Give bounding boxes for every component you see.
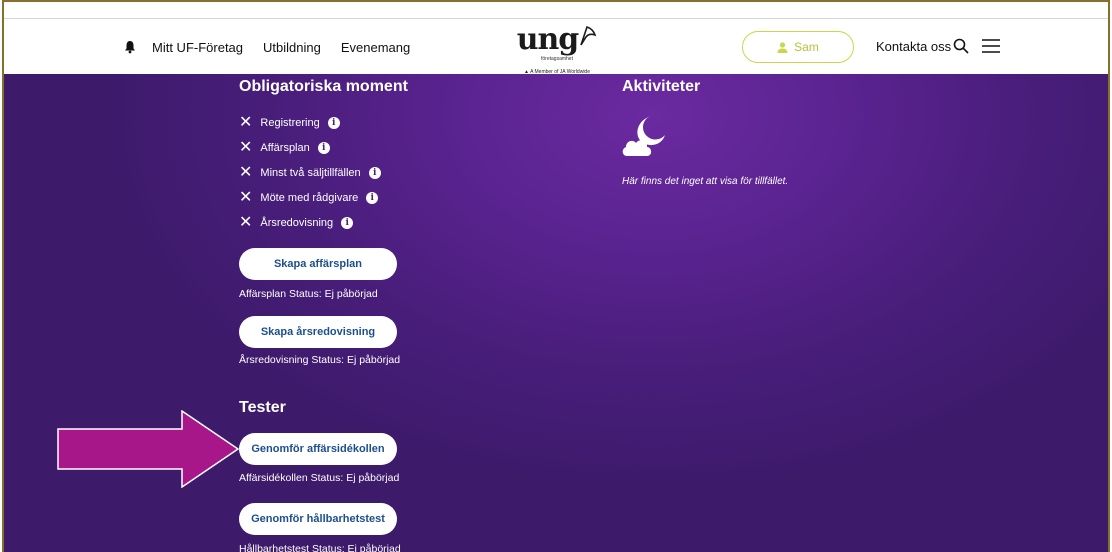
nav-link-evenemang[interactable]: Evenemang	[341, 40, 410, 55]
cross-icon: ✕	[239, 214, 253, 231]
create-business-plan-button[interactable]: Skapa affärsplan	[239, 248, 397, 280]
cross-icon: ✕	[239, 164, 253, 181]
business-plan-status: Affärsplan Status: Ej påbörjad	[239, 288, 378, 300]
search-icon[interactable]	[953, 38, 969, 59]
cross-icon: ✕	[239, 189, 253, 206]
requirement-mote-radgivare: ✕ Möte med rådgivare i	[239, 189, 379, 207]
dashboard-content: Obligatoriska moment ✕ Registrering i ✕ …	[4, 74, 1108, 552]
sustainability-test-button[interactable]: Genomför hållbarhetstest	[239, 503, 397, 535]
logo-word: ung	[516, 22, 580, 57]
requirement-label: Minst två säljtillfällen	[260, 167, 361, 179]
requirement-saljtillfallen: ✕ Minst två säljtillfällen i	[239, 164, 381, 182]
nav-left: Mitt UF-Företag Utbildning Evenemang	[124, 19, 430, 75]
requirement-label: Möte med rådgivare	[260, 192, 359, 204]
info-icon[interactable]: i	[368, 167, 381, 179]
business-check-button[interactable]: Genomför affärsidékollen	[239, 433, 397, 465]
info-icon[interactable]: i	[327, 117, 340, 129]
browser-frame: Mitt UF-Företag Utbildning Evenemang ung…	[2, 0, 1110, 552]
highlight-arrow-icon	[56, 409, 242, 493]
tests-heading: Tester	[239, 399, 286, 416]
requirement-label: Årsredovisning	[260, 217, 334, 229]
mandatory-heading: Obligatoriska moment	[239, 78, 408, 95]
bell-icon[interactable]	[124, 40, 138, 54]
requirement-label: Affärsplan	[260, 142, 310, 154]
contact-link[interactable]: Kontakta oss	[876, 39, 951, 54]
sustainability-test-status: Hållbarhetstest Status: Ej påbörjad	[239, 543, 401, 552]
nav-link-mitt-uf-foretag[interactable]: Mitt UF-Företag	[152, 40, 243, 55]
business-check-status: Affärsidékollen Status: Ej påbörjad	[239, 472, 400, 484]
cross-icon: ✕	[239, 114, 253, 131]
requirement-arsredovisning: ✕ Årsredovisning i	[239, 214, 354, 232]
requirement-affarsplan: ✕ Affärsplan i	[239, 139, 330, 157]
requirement-label: Registrering	[260, 117, 320, 129]
annual-report-status: Årsredovisning Status: Ej påbörjad	[239, 354, 401, 366]
create-annual-report-button[interactable]: Skapa årsredovisning	[239, 316, 397, 348]
activities-empty-message: Här finns det inget att visa för tillfäl…	[622, 176, 789, 187]
top-strip	[4, 2, 1108, 18]
ung-logo[interactable]: ung företagsamhet ▲ A Member of JA World…	[512, 22, 602, 75]
cross-icon: ✕	[239, 139, 253, 156]
user-icon	[777, 41, 788, 53]
logo-flag-icon	[580, 25, 597, 46]
info-icon[interactable]: i	[366, 192, 379, 204]
info-icon[interactable]: i	[341, 217, 354, 229]
user-name: Sam	[794, 40, 819, 54]
requirement-registrering: ✕ Registrering i	[239, 114, 340, 132]
user-profile-button[interactable]: Sam	[742, 31, 854, 63]
hamburger-menu-icon[interactable]	[981, 38, 1001, 59]
info-icon[interactable]: i	[317, 142, 330, 154]
nav-link-utbildning[interactable]: Utbildning	[263, 40, 321, 55]
moon-cloud-icon	[621, 114, 667, 163]
top-navbar: Mitt UF-Företag Utbildning Evenemang ung…	[4, 18, 1108, 75]
activities-heading: Aktiviteter	[622, 78, 701, 95]
